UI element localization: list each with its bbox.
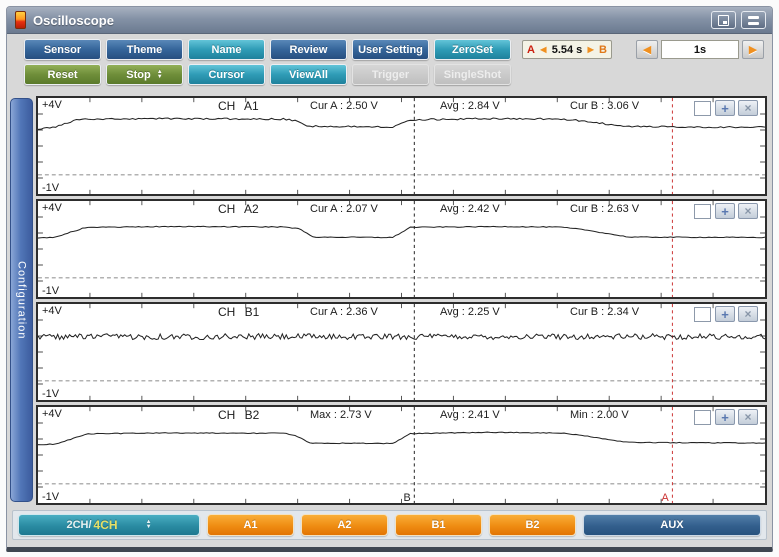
- channel-a2-button[interactable]: A2: [301, 514, 388, 536]
- close-channel-button[interactable]: ×: [738, 409, 758, 425]
- measurement-cur-a: Cur A : 2.07 V: [310, 203, 378, 215]
- review-button[interactable]: Review: [270, 39, 347, 60]
- cursor-button[interactable]: Cursor: [188, 64, 265, 85]
- title-bar: Oscilloscope: [7, 7, 772, 34]
- channel-name: CH A2: [218, 202, 259, 216]
- layout-button[interactable]: [741, 11, 766, 29]
- channel-select-checkbox[interactable]: [694, 101, 711, 116]
- channel-name: CH B1: [218, 305, 259, 319]
- channel-panel-a1: +4V CH A1 Cur A : 2.50 V Avg : 2.84 V Cu…: [36, 96, 767, 196]
- measurement-avg: Avg : 2.42 V: [440, 203, 500, 215]
- stop-button[interactable]: Stop ▲▼: [106, 64, 183, 85]
- aux-button[interactable]: AUX: [583, 514, 761, 536]
- toolbar-row-2: Reset Stop ▲▼ Cursor ViewAll Trigger Sin…: [24, 64, 772, 85]
- measurement-max: Max : 2.73 V: [310, 409, 372, 421]
- channel-b1-button[interactable]: B1: [395, 514, 482, 536]
- triangle-left-icon: ◀: [540, 45, 546, 54]
- measurement-cur-b: Cur B : 2.63 V: [570, 203, 639, 215]
- ab-time-value: 5.54 s: [552, 44, 583, 56]
- up-down-spinner-icon: ▲▼: [146, 520, 152, 530]
- configuration-tab[interactable]: Configuration: [10, 98, 33, 502]
- timebase-field[interactable]: 1s: [661, 40, 739, 59]
- name-button[interactable]: Name: [188, 39, 265, 60]
- channel-panel-b1: +4V CH B1 Cur A : 2.36 V Avg : 2.25 V Cu…: [36, 302, 767, 402]
- channel-panels: +4V CH A1 Cur A : 2.50 V Avg : 2.84 V Cu…: [36, 96, 767, 505]
- channel-mode-selector[interactable]: 2CH/ 4CH ▲▼: [18, 514, 200, 536]
- waveform-a1: [38, 98, 765, 194]
- theme-button[interactable]: Theme: [106, 39, 183, 60]
- toolbar-row-1: Sensor Theme Name Review User Setting Ze…: [24, 39, 772, 60]
- ab-time-display: A ◀ 5.54 s ▶ B: [522, 40, 612, 59]
- channel-select-checkbox[interactable]: [694, 307, 711, 322]
- singleshot-button: SingleShot: [434, 64, 511, 85]
- timebase-control: ◀ 1s ▶: [636, 40, 764, 59]
- cursor-b-label: B: [599, 44, 607, 56]
- toolbar: Sensor Theme Name Review User Setting Ze…: [7, 34, 772, 94]
- waveform-b2: BA: [38, 407, 765, 503]
- channel-name: CH A1: [218, 99, 259, 113]
- top-voltage-label: +4V: [42, 99, 62, 111]
- measurement-avg: Avg : 2.41 V: [440, 409, 500, 421]
- timebase-increase-button[interactable]: ▶: [742, 40, 764, 59]
- stacked-bars-icon: [748, 16, 759, 25]
- triangle-left-icon: ◀: [643, 43, 651, 56]
- measurement-min: Min : 2.00 V: [570, 409, 629, 421]
- close-channel-button[interactable]: ×: [738, 306, 758, 322]
- waveform-a2: [38, 201, 765, 297]
- triangle-right-icon: ▶: [749, 43, 757, 56]
- svg-text:B: B: [403, 492, 410, 503]
- channel-panel-a2: +4V CH A2 Cur A : 2.07 V Avg : 2.42 V Cu…: [36, 199, 767, 299]
- channel-select-checkbox[interactable]: [694, 410, 711, 425]
- svg-text:A: A: [662, 492, 670, 503]
- window-title: Oscilloscope: [33, 13, 706, 28]
- zoom-channel-button[interactable]: +: [715, 100, 735, 116]
- top-voltage-label: +4V: [42, 202, 62, 214]
- bottom-voltage-label: -1V: [42, 491, 59, 503]
- zeroset-button[interactable]: ZeroSet: [434, 39, 511, 60]
- channel-b2-button[interactable]: B2: [489, 514, 576, 536]
- bottom-voltage-label: -1V: [42, 285, 59, 297]
- measurement-avg: Avg : 2.25 V: [440, 306, 500, 318]
- measurement-avg: Avg : 2.84 V: [440, 100, 500, 112]
- measurement-cur-b: Cur B : 3.06 V: [570, 100, 639, 112]
- stop-label: Stop: [126, 69, 150, 81]
- zoom-channel-button[interactable]: +: [715, 306, 735, 322]
- mode-4ch-label: 4CH: [94, 518, 118, 532]
- bottom-voltage-label: -1V: [42, 388, 59, 400]
- measurement-cur-b: Cur B : 2.34 V: [570, 306, 639, 318]
- reset-button[interactable]: Reset: [24, 64, 101, 85]
- display-mode-button[interactable]: [711, 11, 736, 29]
- channel-panel-b2: BA +4V CH B2 Max : 2.73 V Avg : 2.41 V M…: [36, 405, 767, 505]
- zoom-channel-button[interactable]: +: [715, 203, 735, 219]
- measurement-cur-a: Cur A : 2.36 V: [310, 306, 378, 318]
- user-setting-button[interactable]: User Setting: [352, 39, 429, 60]
- oscilloscope-window: Oscilloscope Sensor Theme Name Review Us…: [6, 6, 773, 552]
- app-icon: [15, 11, 26, 29]
- waveform-b1: [38, 304, 765, 400]
- channel-name: CH B2: [218, 408, 259, 422]
- viewall-button[interactable]: ViewAll: [270, 64, 347, 85]
- mode-2ch-label: 2CH/: [66, 519, 91, 531]
- zoom-channel-button[interactable]: +: [715, 409, 735, 425]
- timebase-decrease-button[interactable]: ◀: [636, 40, 658, 59]
- bottom-voltage-label: -1V: [42, 182, 59, 194]
- cursor-a-label: A: [527, 44, 535, 56]
- channel-a1-button[interactable]: A1: [207, 514, 294, 536]
- monitor-icon: [718, 15, 729, 26]
- trigger-button: Trigger: [352, 64, 429, 85]
- up-down-spinner-icon: ▲▼: [157, 70, 163, 80]
- main-area: Configuration +4V CH A1 Cur A : 2.50 V A…: [9, 96, 767, 506]
- triangle-right-icon: ▶: [588, 45, 594, 54]
- bottom-bar: 2CH/ 4CH ▲▼ A1 A2 B1 B2 AUX: [12, 510, 767, 540]
- top-voltage-label: +4V: [42, 305, 62, 317]
- sensor-button[interactable]: Sensor: [24, 39, 101, 60]
- top-voltage-label: +4V: [42, 408, 62, 420]
- close-channel-button[interactable]: ×: [738, 100, 758, 116]
- close-channel-button[interactable]: ×: [738, 203, 758, 219]
- measurement-cur-a: Cur A : 2.50 V: [310, 100, 378, 112]
- channel-select-checkbox[interactable]: [694, 204, 711, 219]
